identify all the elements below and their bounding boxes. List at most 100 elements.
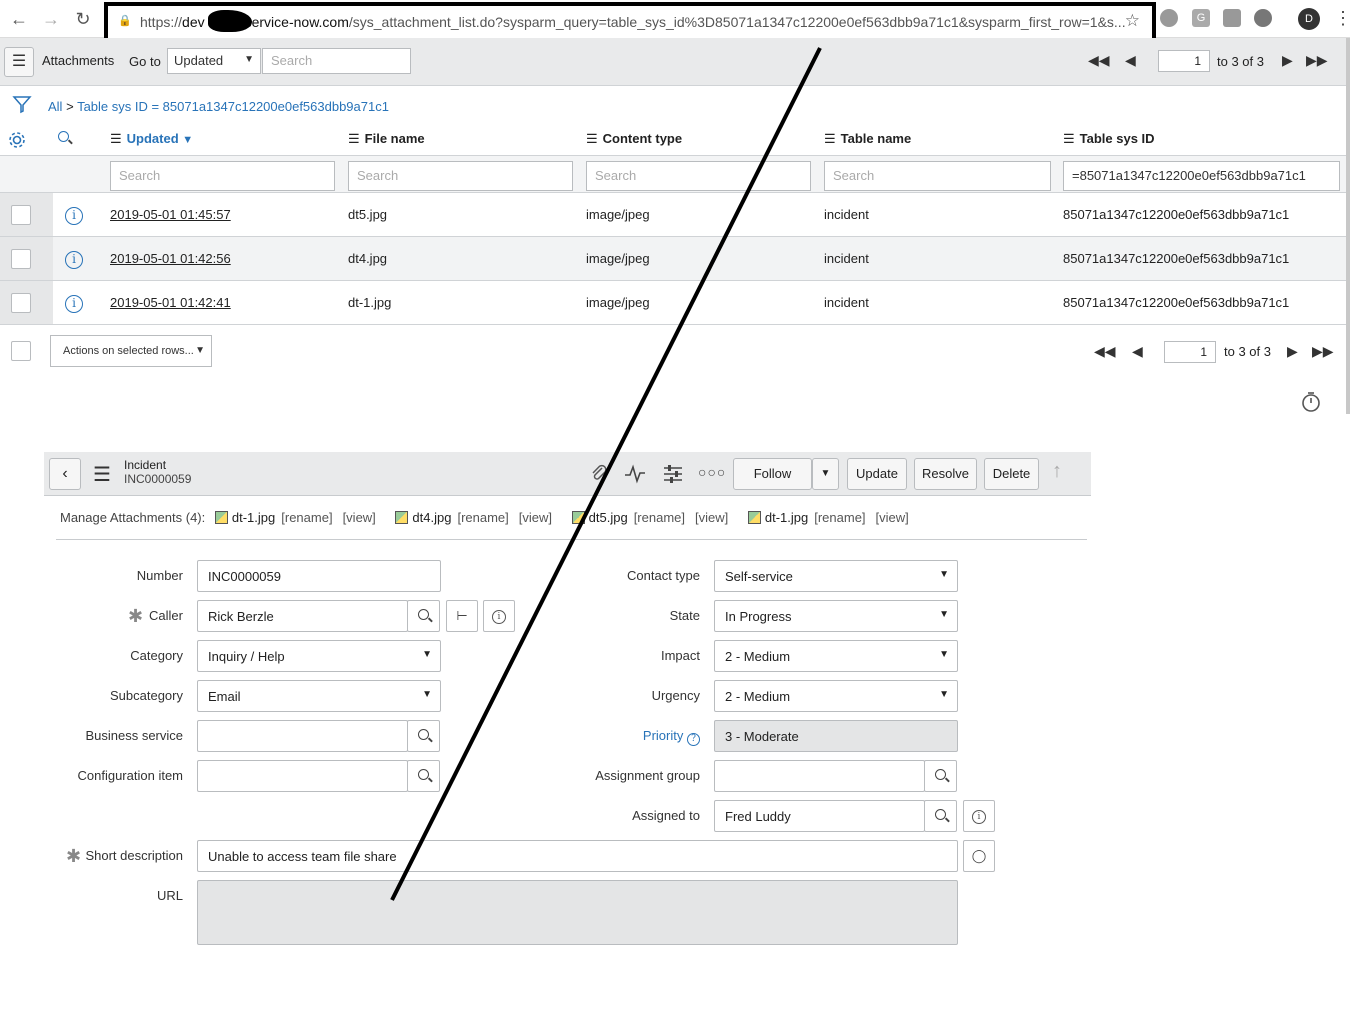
cell-updated[interactable]: 2019-05-01 01:42:41 [110,295,231,310]
resolve-button[interactable]: Resolve [914,458,977,490]
column-header-updated[interactable]: ☰ Updated ▼ [110,131,193,147]
cell-updated[interactable]: 2019-05-01 01:42:56 [110,251,231,266]
subcategory-select[interactable]: Email ▼ [197,680,441,712]
rename-link[interactable]: [rename] [634,510,685,525]
filter-icon[interactable] [12,94,32,114]
column-header-table-name[interactable]: ☰ Table name [824,131,911,147]
more-options-icon[interactable]: ○○○ [698,464,726,480]
view-link[interactable]: [view] [876,510,909,525]
prev-page-icon[interactable]: ◀ [1132,343,1143,360]
update-button[interactable]: Update [847,458,907,490]
stopwatch-icon[interactable] [1300,391,1322,413]
next-page-icon[interactable]: ▶ [1282,52,1293,69]
view-link[interactable]: [view] [519,510,552,525]
forward-arrow-icon[interactable]: → [40,8,62,30]
profile-avatar[interactable]: D [1298,8,1320,30]
assigned-to-info-icon[interactable]: i [963,800,995,832]
rename-link[interactable]: [rename] [814,510,865,525]
configuration-item-field[interactable] [197,760,408,792]
assignment-group-lookup-button[interactable] [924,760,957,792]
settings-sliders-icon[interactable] [662,464,684,484]
row-checkbox[interactable] [11,205,31,225]
rename-link[interactable]: [rename] [457,510,508,525]
follow-dropdown-button[interactable]: ▼ [812,458,839,490]
impact-select[interactable]: 2 - Medium ▼ [714,640,958,672]
reload-icon[interactable]: ↻ [72,8,94,30]
back-arrow-icon[interactable]: ← [8,8,30,30]
help-icon[interactable]: ? [687,733,700,746]
search-updated-input[interactable]: Search [110,161,335,191]
lightbulb-icon[interactable]: ◯ [963,840,995,872]
search-toggle-icon[interactable] [58,130,69,145]
org-chart-icon[interactable]: ⊢ [446,600,478,632]
column-header-file-name[interactable]: ☰ File name [348,131,425,147]
last-page-icon[interactable]: ▶▶ [1306,52,1328,69]
column-header-content-type[interactable]: ☰ Content type [586,131,682,147]
form-menu-icon[interactable]: ☰ [93,462,111,487]
manage-attachments-link[interactable]: Manage Attachments (4): [60,510,205,525]
assigned-to-field[interactable]: Fred Luddy [714,800,925,832]
last-page-icon[interactable]: ▶▶ [1312,343,1334,360]
view-link[interactable]: [view] [343,510,376,525]
breadcrumb-condition[interactable]: Table sys ID = 85071a1347c12200e0ef563db… [77,99,389,114]
attachment-file[interactable]: dt5.jpg [589,510,628,525]
info-icon[interactable]: i [65,251,83,269]
assignment-group-field[interactable] [714,760,925,792]
short-description-field[interactable]: Unable to access team file share [197,840,958,872]
page-number-input[interactable]: 1 [1164,341,1216,363]
caller-lookup-button[interactable] [407,600,440,632]
list-menu-button[interactable]: ☰ [4,47,34,77]
number-field[interactable]: INC0000059 [197,560,441,592]
category-select[interactable]: Inquiry / Help ▼ [197,640,441,672]
breadcrumb-all[interactable]: All [48,99,62,114]
browser-menu-icon[interactable]: ⋮ [1334,8,1350,29]
goto-field-select[interactable]: Updated ▼ [167,48,261,74]
prev-page-icon[interactable]: ◀ [1125,52,1136,69]
first-page-icon[interactable]: ◀◀ [1088,52,1110,69]
extension-g-icon[interactable]: G [1192,9,1210,27]
first-page-icon[interactable]: ◀◀ [1094,343,1116,360]
business-service-lookup-button[interactable] [407,720,440,752]
extension-icon[interactable] [1160,9,1178,27]
rename-link[interactable]: [rename] [281,510,332,525]
next-page-icon[interactable]: ▶ [1287,343,1298,360]
info-icon[interactable]: i [65,295,83,313]
select-all-checkbox[interactable] [11,341,31,361]
row-checkbox[interactable] [11,293,31,313]
column-header-table-sys-id[interactable]: ☰ Table sys ID [1063,131,1155,147]
extension-grid-icon[interactable] [1223,9,1241,27]
urgency-select[interactable]: 2 - Medium ▼ [714,680,958,712]
search-table-name-input[interactable]: Search [824,161,1051,191]
search-file-name-input[interactable]: Search [348,161,573,191]
paperclip-icon[interactable] [589,464,609,484]
actions-select[interactable]: Actions on selected rows... ▼ [50,335,212,367]
delete-button[interactable]: Delete [984,458,1039,490]
contact-type-select[interactable]: Self-service ▼ [714,560,958,592]
caller-info-icon[interactable]: i [483,600,515,632]
info-icon[interactable]: i [65,207,83,225]
back-button[interactable]: ‹ [49,458,81,490]
view-link[interactable]: [view] [695,510,728,525]
page-number-input[interactable]: 1 [1158,50,1210,72]
gear-icon[interactable] [7,130,27,150]
bookmark-star-icon[interactable]: ☆ [1125,11,1140,31]
caller-field[interactable]: Rick Berzle [197,600,408,632]
row-checkbox[interactable] [11,249,31,269]
attachment-file[interactable]: dt4.jpg [412,510,451,525]
search-table-sys-id-input[interactable]: =85071a1347c12200e0ef563dbb9a71c1 [1063,161,1340,191]
attachment-file[interactable]: dt-1.jpg [232,510,275,525]
business-service-field[interactable] [197,720,408,752]
state-select[interactable]: In Progress ▼ [714,600,958,632]
arrow-up-icon[interactable]: ↑ [1052,460,1062,483]
assigned-to-lookup-button[interactable] [924,800,957,832]
follow-button[interactable]: Follow [733,458,812,490]
search-content-type-input[interactable]: Search [586,161,811,191]
list-search-input[interactable]: Search [262,48,411,74]
activity-icon[interactable] [624,464,646,484]
priority-label[interactable]: Priority ? [643,728,700,746]
scrollbar[interactable] [1346,38,1350,414]
cell-updated[interactable]: 2019-05-01 01:45:57 [110,207,231,222]
shield-icon[interactable] [1254,9,1272,27]
attachment-file[interactable]: dt-1.jpg [765,510,808,525]
configuration-item-lookup-button[interactable] [407,760,440,792]
